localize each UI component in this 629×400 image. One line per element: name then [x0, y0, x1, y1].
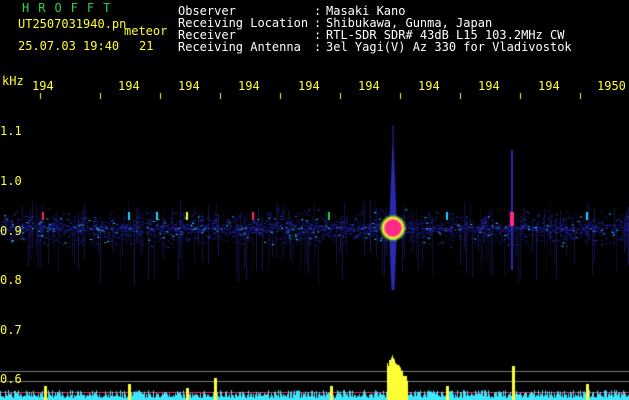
x-tick: 194 — [118, 79, 140, 93]
antenna-value: 3el Yagi(V) Az 330 for Vladivostok — [326, 40, 572, 54]
x-tick: 194 — [178, 79, 200, 93]
y-tick: 0.7 — [0, 323, 22, 337]
x-tick: 194 — [478, 79, 500, 93]
x-tick: 194 — [538, 79, 560, 93]
timestamp: 25.07.03 19:40 — [18, 39, 120, 53]
y-axis-unit: kHz — [2, 74, 24, 88]
file-suffix: meteor — [124, 24, 168, 38]
x-tick: 1950 — [597, 79, 626, 93]
antenna-label: Receiving Antenna — [178, 40, 301, 54]
spectrogram-canvas — [0, 0, 629, 400]
y-tick: 0.6 — [0, 372, 22, 386]
x-tick: 194 — [418, 79, 440, 93]
y-tick: 1.0 — [0, 174, 22, 188]
y-tick: 1.1 — [0, 124, 22, 138]
counter: 21 — [139, 39, 154, 53]
app-title: HROFFT — [22, 1, 120, 15]
x-tick: 194 — [358, 79, 380, 93]
x-tick: 194 — [298, 79, 320, 93]
file-name: UT2507031940.pn — [18, 17, 127, 31]
x-tick: 194 — [32, 79, 54, 93]
y-tick: 0.9 — [0, 224, 22, 238]
y-tick: 0.8 — [0, 273, 22, 287]
x-tick: 194 — [238, 79, 260, 93]
